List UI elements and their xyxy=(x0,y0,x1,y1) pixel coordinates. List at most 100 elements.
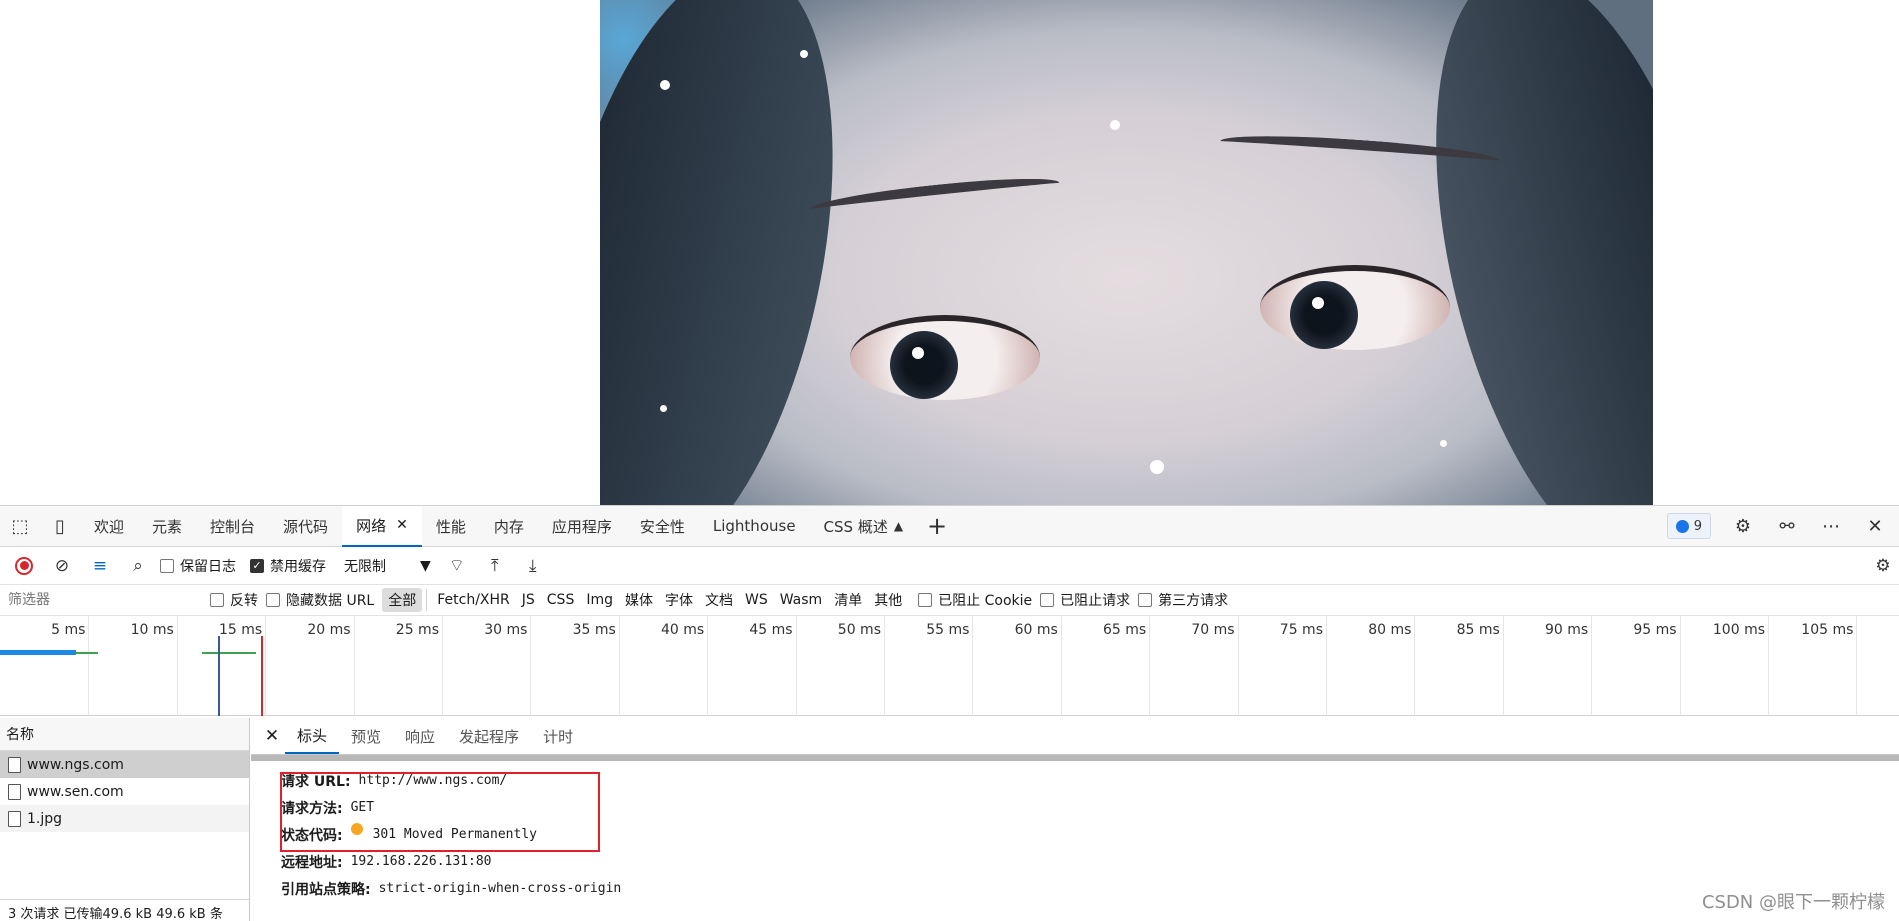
export-har-button[interactable]: ⤓ xyxy=(517,551,549,581)
load-event-line xyxy=(261,636,263,716)
blocked-requests-checkbox[interactable]: 已阻止请求 xyxy=(1040,590,1130,610)
add-tab-icon[interactable]: + xyxy=(917,506,957,546)
request-row-ngs[interactable]: www.ngs.com xyxy=(0,751,249,778)
hide-data-url-checkbox[interactable]: 隐藏数据 URL xyxy=(266,590,374,610)
invert-checkbox[interactable]: 反转 xyxy=(210,590,258,610)
disable-cache-checkbox[interactable]: ✓ 禁用缓存 xyxy=(250,556,326,576)
tab-network-label: 网络 xyxy=(356,516,387,535)
third-party-checkbox[interactable]: 第三方请求 xyxy=(1138,590,1228,610)
timeline-tick-label: 105 ms xyxy=(1801,622,1854,638)
clear-icon: ⊘ xyxy=(54,555,70,576)
filter-type-js[interactable]: JS xyxy=(516,590,541,610)
timeline-tick-label: 50 ms xyxy=(837,622,881,638)
filter-type-other[interactable]: 其他 xyxy=(868,588,908,612)
record-button[interactable] xyxy=(8,551,40,581)
filter-type-font[interactable]: 字体 xyxy=(659,588,699,612)
hide-data-url-label: 隐藏数据 URL xyxy=(286,593,375,609)
network-settings-button[interactable]: ⚙ xyxy=(1867,551,1899,581)
timeline-tick-label: 45 ms xyxy=(749,622,793,638)
clear-button[interactable]: ⊘ xyxy=(46,551,78,581)
more-icon[interactable]: ⋯ xyxy=(1811,506,1851,546)
filter-icon: ≡ xyxy=(92,555,108,576)
filter-type-wasm[interactable]: Wasm xyxy=(774,590,828,610)
timeline-tick: 65 ms xyxy=(1103,616,1151,716)
filter-toggle-button[interactable]: ≡ xyxy=(84,551,116,581)
filter-type-fetch-xhr[interactable]: Fetch/XHR xyxy=(431,590,516,610)
issues-badge[interactable]: 9 xyxy=(1666,513,1711,539)
tab-network[interactable]: 网络 ✕ xyxy=(342,505,422,547)
tab-memory[interactable]: 内存 xyxy=(480,506,538,546)
timeline-tick-label: 55 ms xyxy=(926,622,970,638)
filter-type-ws[interactable]: WS xyxy=(739,590,774,610)
blocked-cookies-checkbox[interactable]: 已阻止 Cookie xyxy=(918,590,1032,610)
close-detail-icon[interactable]: ✕ xyxy=(259,726,285,746)
tab-response[interactable]: 响应 xyxy=(393,718,447,754)
timeline-tick: 105 ms xyxy=(1801,616,1858,716)
network-overview-timeline[interactable]: 105 ms 100 ms 95 ms 90 ms 85 ms 80 ms 75 ms 70 … xyxy=(0,616,1899,716)
timeline-tick-label: 15 ms xyxy=(218,622,263,638)
timeline-tick-label: 60 ms xyxy=(1014,622,1058,638)
gear-icon: ⚙ xyxy=(1875,555,1891,576)
preserve-log-checkbox[interactable]: 保留日志 xyxy=(160,556,236,576)
devtools-panel: ⬚ ▯ 欢迎 元素 控制台 源代码 网络 ✕ 性能 内存 应用程序 安全性 Li… xyxy=(0,505,1899,921)
tab-css-overview[interactable]: CSS 概述 ▲ xyxy=(810,506,918,546)
tab-sources[interactable]: 源代码 xyxy=(269,506,342,546)
network-conditions-button[interactable]: ⌔ xyxy=(441,551,473,581)
left-eye xyxy=(850,315,1040,400)
timeline-tick-label: 10 ms xyxy=(130,622,174,638)
inspect-element-icon[interactable]: ⬚ xyxy=(0,506,40,546)
filter-type-css[interactable]: CSS xyxy=(541,590,581,610)
waterfall-bar-image xyxy=(202,652,256,654)
name-column-header[interactable]: 名称 xyxy=(0,718,249,751)
import-har-button[interactable]: ⤒ xyxy=(479,551,511,581)
timeline-tick-label: 40 ms xyxy=(660,622,705,638)
timeline-tick-label: 90 ms xyxy=(1544,622,1589,638)
document-icon xyxy=(8,756,21,773)
close-devtools-icon[interactable]: ✕ xyxy=(1855,506,1895,546)
request-row-sen[interactable]: www.sen.com xyxy=(0,778,249,805)
tab-lighthouse[interactable]: Lighthouse xyxy=(699,506,810,546)
filter-type-all[interactable]: 全部 xyxy=(382,588,423,612)
timeline-tick-label: 85 ms xyxy=(1456,622,1500,638)
annotation-highlight-box xyxy=(280,772,600,852)
tab-preview[interactable]: 预览 xyxy=(339,718,393,754)
tab-headers[interactable]: 标头 xyxy=(285,718,340,754)
experiment-icon: ▲ xyxy=(893,519,904,533)
filter-type-manifest[interactable]: 清单 xyxy=(828,588,868,612)
timeline-tick: 60 ms xyxy=(1015,616,1062,716)
filter-type-media[interactable]: 媒体 xyxy=(619,588,659,612)
throttle-select[interactable]: 无限制 ▼ xyxy=(340,556,435,576)
timeline-tick: 35 ms xyxy=(573,616,620,716)
customize-icon[interactable]: ⚯ xyxy=(1767,506,1807,546)
timeline-tick-label: 20 ms xyxy=(307,622,351,638)
dropdown-arrow-icon: ▼ xyxy=(420,557,431,574)
filter-type-img[interactable]: Img xyxy=(580,590,619,610)
referrer-policy-label: 引用站点策略: xyxy=(281,881,371,898)
timeline-tick: 70 ms xyxy=(1191,616,1239,716)
request-row-jpg[interactable]: 1.jpg xyxy=(0,805,249,832)
close-icon[interactable]: ✕ xyxy=(396,517,408,533)
device-emulation-icon[interactable]: ▯ xyxy=(40,506,80,546)
timeline-tick: 20 ms xyxy=(307,616,355,716)
tab-welcome[interactable]: 欢迎 xyxy=(80,506,138,546)
tab-timing[interactable]: 计时 xyxy=(531,718,585,754)
gear-icon[interactable]: ⚙ xyxy=(1723,506,1763,546)
tab-elements[interactable]: 元素 xyxy=(138,506,196,546)
filter-type-doc[interactable]: 文档 xyxy=(699,588,739,612)
filter-input[interactable] xyxy=(0,588,210,612)
tab-initiator[interactable]: 发起程序 xyxy=(447,718,531,754)
network-summary: 3 次请求 已传输49.6 kB 49.6 kB 条 xyxy=(0,899,249,921)
third-party-label: 第三方请求 xyxy=(1158,593,1229,609)
tab-console[interactable]: 控制台 xyxy=(196,506,269,546)
dom-content-loaded-line xyxy=(218,636,220,716)
timeline-tick-label: 95 ms xyxy=(1633,622,1677,638)
request-name: 1.jpg xyxy=(27,810,63,827)
timeline-tick: 50 ms xyxy=(838,616,885,716)
timeline-tick: 90 ms xyxy=(1545,616,1593,716)
timeline-tick-label: 35 ms xyxy=(572,622,616,638)
tab-application[interactable]: 应用程序 xyxy=(538,506,626,546)
tab-security[interactable]: 安全性 xyxy=(626,506,699,546)
search-button[interactable]: ⌕ xyxy=(122,551,154,581)
tab-performance[interactable]: 性能 xyxy=(422,506,480,546)
request-list: 名称 www.ngs.com www.sen.com 1.jpg 3 次请求 已… xyxy=(0,718,250,921)
